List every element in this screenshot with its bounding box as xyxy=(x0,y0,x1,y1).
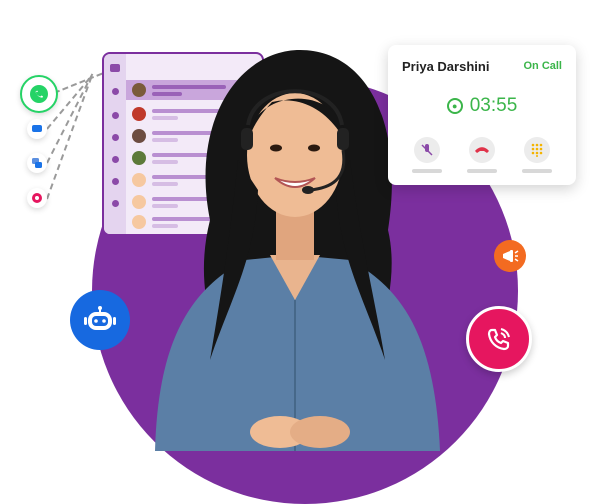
call-timer: 03:55 xyxy=(469,95,518,116)
avatar xyxy=(132,195,146,209)
bot-icon xyxy=(84,306,116,330)
call-status-label: On Call xyxy=(523,60,562,72)
mic-off-icon xyxy=(421,144,433,156)
chat-logo-icon xyxy=(110,64,120,72)
nav-dot[interactable] xyxy=(112,112,119,119)
avatar xyxy=(132,173,146,187)
hang-up-icon xyxy=(475,147,489,153)
button-label-placeholder xyxy=(412,169,442,173)
button-label-placeholder xyxy=(467,169,497,173)
avatar xyxy=(132,107,146,121)
chat-sidebar xyxy=(104,54,126,234)
voice-icon[interactable] xyxy=(27,188,47,208)
nav-dot[interactable] xyxy=(112,134,119,141)
caller-name: Priya Darshini xyxy=(402,59,490,74)
megaphone-icon xyxy=(503,250,519,262)
active-call-card: Priya Darshini On Call ● 03:55 xyxy=(388,45,576,185)
whatsapp-icon[interactable] xyxy=(20,75,58,113)
incoming-call-badge[interactable] xyxy=(466,306,532,372)
keypad-icon xyxy=(531,143,543,157)
nav-dot[interactable] xyxy=(112,178,119,185)
chat-bubble-icon: ● xyxy=(446,98,463,114)
chatbot-badge[interactable] xyxy=(70,290,130,350)
nav-dot[interactable] xyxy=(112,200,119,207)
mute-button[interactable] xyxy=(414,137,440,163)
announcement-badge[interactable] xyxy=(494,240,526,272)
messenger-icon[interactable] xyxy=(27,153,47,173)
chat-icon[interactable] xyxy=(27,119,47,139)
keypad-button[interactable] xyxy=(524,137,550,163)
avatar xyxy=(132,83,146,97)
button-label-placeholder xyxy=(522,169,552,173)
avatar xyxy=(132,215,146,229)
nav-dot[interactable] xyxy=(112,88,119,95)
end-call-button[interactable] xyxy=(469,137,495,163)
hero-illustration: Priya Darshini On Call ● 03:55 xyxy=(0,0,601,504)
avatar xyxy=(132,129,146,143)
phone-ringing-icon xyxy=(487,328,510,351)
nav-dot[interactable] xyxy=(112,156,119,163)
avatar xyxy=(132,151,146,165)
